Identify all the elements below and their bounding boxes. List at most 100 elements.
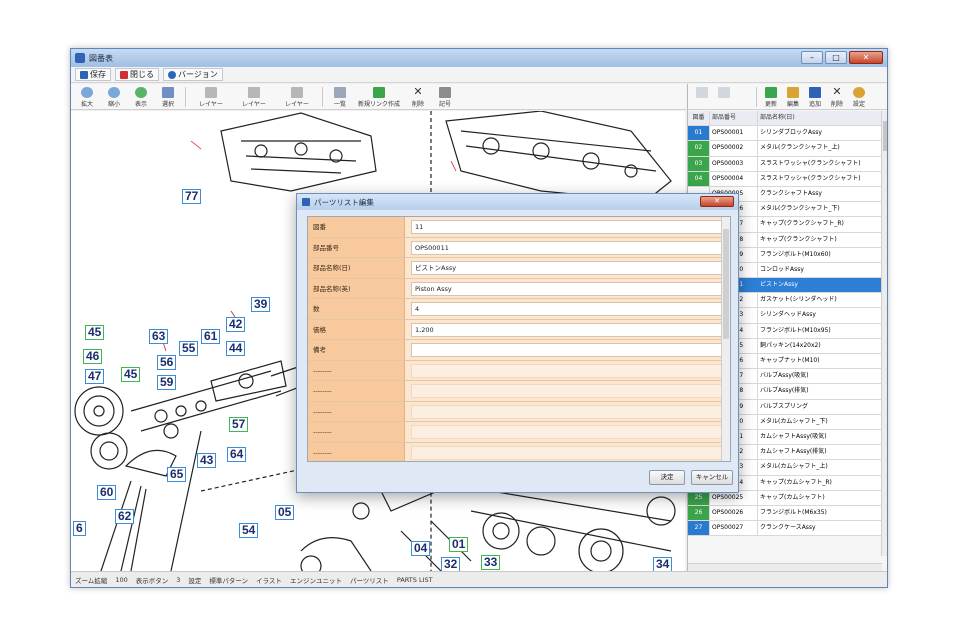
- part-tag[interactable]: 04: [411, 541, 431, 556]
- part-tag[interactable]: 63: [149, 329, 169, 344]
- field-input[interactable]: OPS00011: [411, 240, 724, 255]
- part-tag[interactable]: 34: [653, 557, 673, 571]
- part-tag[interactable]: 60: [97, 485, 117, 500]
- part-tag[interactable]: 59: [157, 375, 177, 390]
- column-header-no[interactable]: 図番: [688, 111, 710, 126]
- layer-button-1[interactable]: レイヤー: [191, 85, 231, 109]
- remove-button[interactable]: ✕ 削除: [827, 85, 847, 109]
- field-cell: 4: [405, 299, 730, 319]
- form-row: 備考: [308, 340, 730, 361]
- refresh-button[interactable]: 更新: [761, 85, 781, 109]
- layer-button-2[interactable]: レイヤー: [234, 85, 274, 109]
- table-cell-name: メタル(カムシャフト_上): [758, 460, 882, 475]
- field-input[interactable]: Piston Assy: [411, 281, 724, 296]
- minimize-button[interactable]: –: [801, 51, 823, 64]
- field-cell: [405, 401, 730, 421]
- form-row: 価格 1,200: [308, 319, 730, 340]
- field-cell: 11: [405, 217, 730, 237]
- maximize-button[interactable]: □: [825, 51, 847, 64]
- save-icon: [80, 70, 88, 79]
- parts-table-header: 図番 部品番号 部品名称(日): [688, 111, 882, 127]
- form-row: 部品名称(英) Piston Assy: [308, 278, 730, 299]
- part-tag[interactable]: 01: [449, 537, 469, 552]
- table-row[interactable]: 04 OPS00004 スラストワッシャ(クランクシャフト): [688, 171, 882, 187]
- field-input[interactable]: 4: [411, 302, 724, 316]
- part-tag[interactable]: 62: [115, 509, 135, 524]
- part-tag[interactable]: 42: [226, 317, 246, 332]
- part-tag[interactable]: 47: [85, 369, 105, 384]
- dialog-close-button[interactable]: ✕: [700, 196, 734, 207]
- field-input[interactable]: [411, 445, 724, 460]
- cancel-button[interactable]: キャンセル: [691, 470, 733, 485]
- parts-table-scrollbar[interactable]: [881, 111, 887, 556]
- settings-button[interactable]: 設定: [849, 85, 869, 109]
- ok-button[interactable]: 決定: [649, 470, 685, 485]
- close-window-button[interactable]: ✕: [849, 51, 883, 64]
- part-tag[interactable]: 55: [179, 341, 199, 356]
- part-tag[interactable]: 39: [251, 297, 271, 312]
- list-icon: [334, 86, 346, 98]
- part-tag[interactable]: 45: [121, 367, 141, 382]
- field-input[interactable]: [411, 384, 724, 398]
- field-label: 部品名称(英): [308, 278, 405, 298]
- move-up-button[interactable]: [692, 85, 712, 109]
- part-tag[interactable]: 54: [239, 523, 259, 538]
- column-header-code[interactable]: 部品番号: [710, 111, 758, 126]
- symbol-button[interactable]: 記号: [433, 85, 457, 109]
- edit-button[interactable]: 編集: [783, 85, 803, 109]
- close-menu-button[interactable]: 閉じる: [115, 68, 159, 81]
- new-link-button[interactable]: 新規リンク作成: [355, 85, 403, 109]
- field-input[interactable]: 11: [411, 220, 724, 234]
- drawing-toolbar: 拡大 縮小 表示 選択 レイヤー レイヤー レイヤー 一覧 新規リンク作成 ✕ 削…: [71, 84, 686, 110]
- status-item: 100: [115, 575, 128, 584]
- table-row[interactable]: 01 OPS00001 シリンダブロックAssy: [688, 126, 882, 142]
- table-cell-code: OPS00027: [710, 521, 758, 536]
- table-cell-name: メタル(クランクシャフト_下): [758, 202, 882, 217]
- part-tag[interactable]: 05: [275, 505, 295, 520]
- part-tag[interactable]: 33: [481, 555, 501, 570]
- list-button[interactable]: 一覧: [328, 85, 352, 109]
- part-tag[interactable]: 45: [85, 325, 105, 340]
- scrollbar-thumb[interactable]: [883, 121, 887, 151]
- part-tag[interactable]: 32: [441, 557, 461, 571]
- form-row: --------: [308, 442, 730, 461]
- scrollbar-thumb[interactable]: [723, 229, 729, 339]
- table-row[interactable]: 02 OPS00002 メタル(クランクシャフト_上): [688, 141, 882, 157]
- field-label: --------: [308, 422, 405, 442]
- part-tag[interactable]: 61: [201, 329, 221, 344]
- delete-button[interactable]: ✕ 削除: [406, 85, 430, 109]
- move-down-button[interactable]: [714, 85, 734, 109]
- part-tag[interactable]: 57: [229, 417, 249, 432]
- column-header-name[interactable]: 部品名称(日): [758, 111, 882, 126]
- field-label: 部品名称(日): [308, 258, 405, 278]
- table-row[interactable]: 26 OPS00026 フランジボルト(M6x35): [688, 505, 882, 522]
- part-tag[interactable]: 44: [226, 341, 246, 356]
- zoom-out-button[interactable]: 縮小: [102, 85, 126, 109]
- field-input[interactable]: [411, 343, 724, 357]
- table-row[interactable]: 03 OPS00003 スラストワッシャ(クランクシャフト): [688, 156, 882, 172]
- dialog-scrollbar[interactable]: [721, 217, 730, 461]
- part-tag[interactable]: 43: [197, 453, 217, 468]
- field-input[interactable]: [411, 404, 724, 419]
- part-tag[interactable]: 77: [182, 189, 202, 204]
- select-button[interactable]: 選択: [156, 85, 180, 109]
- field-input[interactable]: [411, 363, 724, 378]
- table-row[interactable]: 27 OPS00027 クランクケースAssy: [688, 521, 882, 537]
- save-menu-button[interactable]: 保存: [75, 68, 111, 81]
- zoom-in-button[interactable]: 拡大: [75, 85, 99, 109]
- version-menu-button[interactable]: バージョン: [163, 68, 223, 81]
- field-input[interactable]: ピストンAssy: [411, 261, 724, 275]
- layer-button-3[interactable]: レイヤー: [277, 85, 317, 109]
- field-input[interactable]: [411, 425, 724, 439]
- add-button[interactable]: 追加: [805, 85, 825, 109]
- field-input[interactable]: 1,200: [411, 322, 724, 337]
- part-tag[interactable]: 6: [73, 521, 86, 536]
- part-tag[interactable]: 65: [167, 467, 187, 482]
- form-row: 図番 11: [308, 217, 730, 238]
- form-row: --------: [308, 381, 730, 402]
- part-tag[interactable]: 46: [83, 349, 103, 364]
- toolbar-separator: [322, 86, 323, 107]
- view-button[interactable]: 表示: [129, 85, 153, 109]
- part-tag[interactable]: 56: [157, 355, 177, 370]
- part-tag[interactable]: 64: [227, 447, 247, 462]
